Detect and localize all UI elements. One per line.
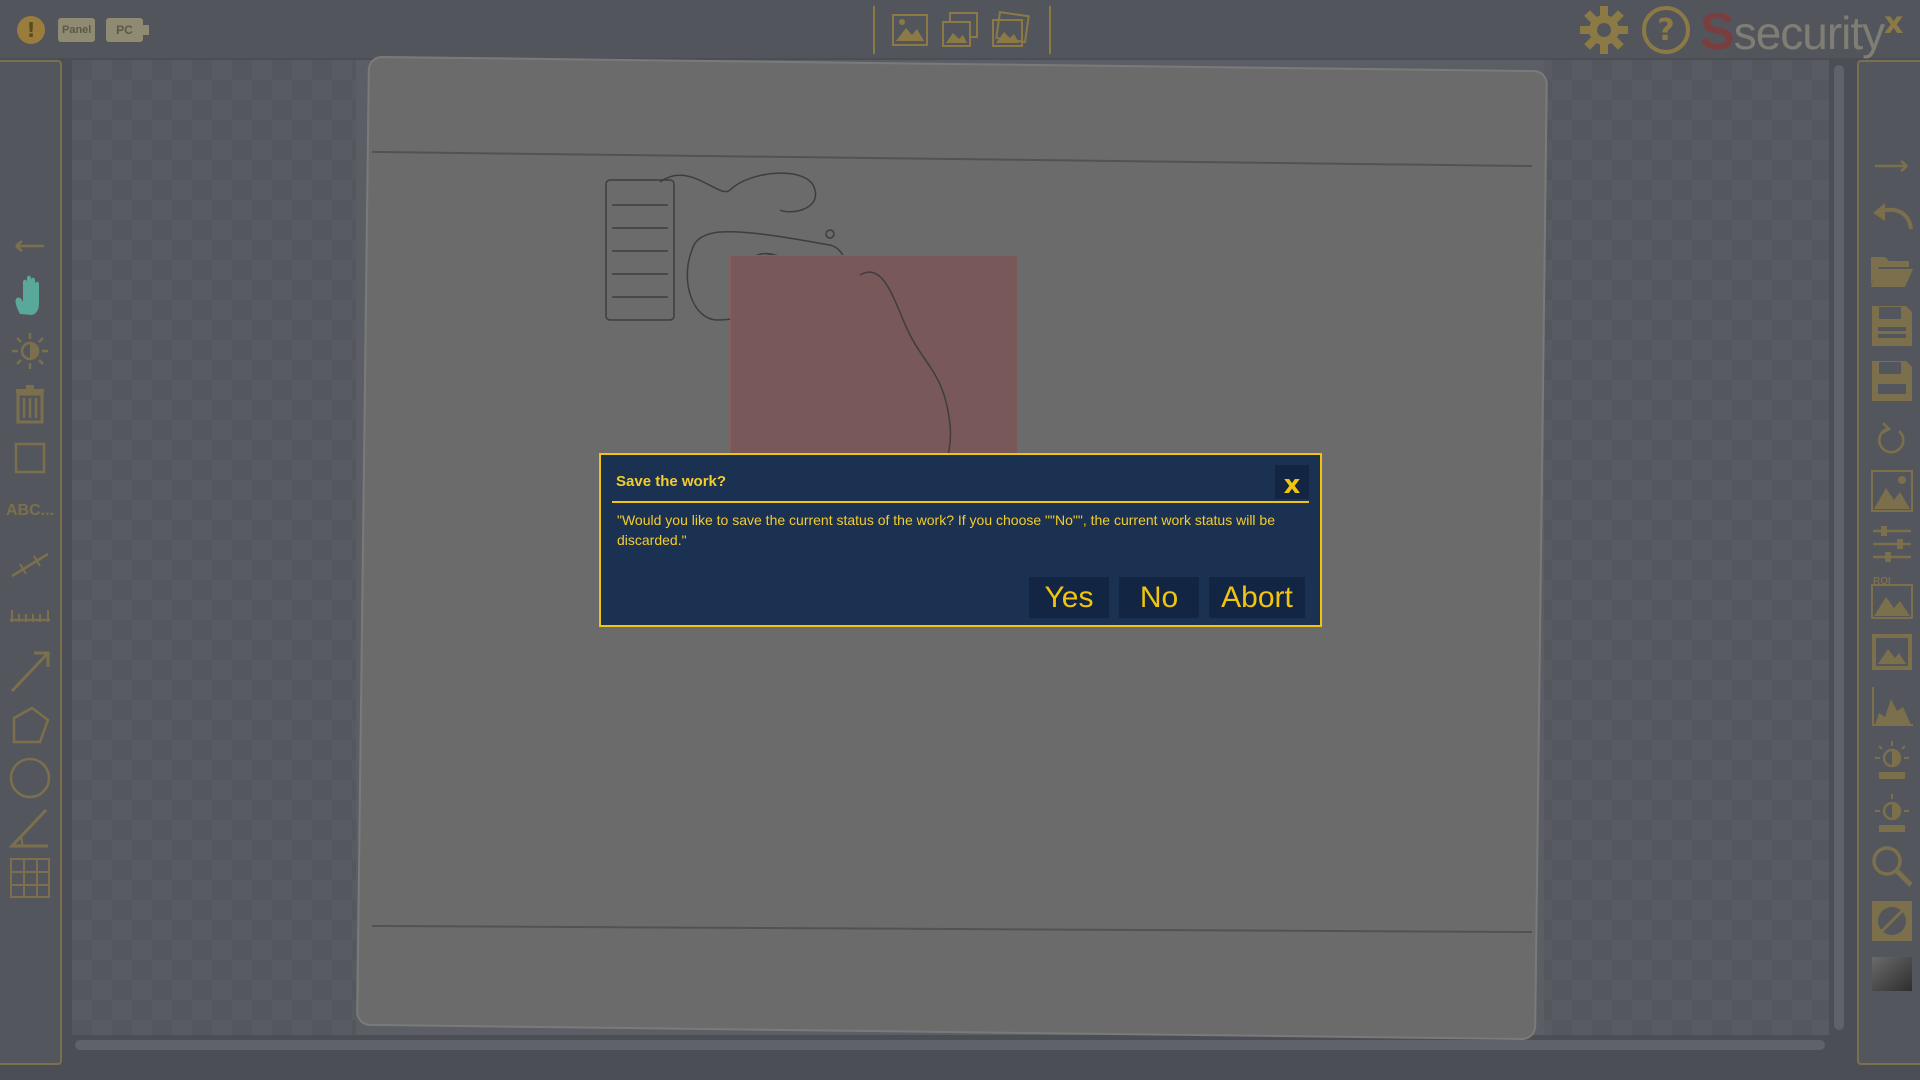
yes-button[interactable]: Yes	[1029, 577, 1109, 618]
vertical-scrollbar[interactable]	[1834, 65, 1844, 1030]
brand-logo: Ssecurity	[1700, 3, 1885, 61]
angle-tool-icon[interactable]	[6, 804, 54, 852]
image-frame-icon[interactable]	[1867, 628, 1917, 676]
zoom-icon[interactable]	[1867, 842, 1917, 890]
dialog-message: "Would you like to save the current stat…	[617, 512, 1276, 548]
circle-tool-icon[interactable]	[6, 754, 54, 802]
dialog-close-button[interactable]: x	[1275, 465, 1309, 500]
warning-icon[interactable]: !	[17, 16, 45, 44]
settings-gear-icon[interactable]	[1578, 4, 1630, 56]
forward-arrow-icon[interactable]	[1867, 142, 1917, 190]
rotate-icon[interactable]	[1867, 416, 1917, 464]
gradient-icon[interactable]	[1867, 950, 1917, 998]
toolbar-divider	[1049, 6, 1051, 54]
cable-sketch	[859, 271, 952, 465]
panel-connection-icon[interactable]: Panel	[58, 18, 95, 42]
no-button[interactable]: No	[1119, 577, 1199, 618]
preset-brightness-icon[interactable]	[1867, 790, 1917, 838]
dialog-title: Save the work?	[616, 473, 727, 490]
image-adjust-icon[interactable]	[1867, 467, 1917, 515]
open-folder-icon[interactable]	[1867, 246, 1917, 294]
image-view-icon[interactable]	[890, 10, 930, 50]
pc-connection-icon[interactable]: PC	[106, 18, 149, 42]
dialog-divider	[612, 501, 1309, 503]
right-toolbar: ROI	[1857, 60, 1920, 1065]
ruler-icon[interactable]	[6, 590, 54, 638]
pan-hand-icon[interactable]	[6, 272, 54, 320]
text-tool-icon[interactable]: ABC...	[6, 487, 54, 535]
horizontal-scrollbar[interactable]	[75, 1040, 1825, 1050]
overlay-view-icon[interactable]	[990, 10, 1030, 50]
line-measure-icon[interactable]	[6, 540, 54, 588]
back-arrow-icon[interactable]	[6, 222, 54, 270]
roi-icon[interactable]: ROI	[1867, 574, 1917, 622]
arrow-tool-icon[interactable]	[6, 647, 54, 695]
polygon-tool-icon[interactable]	[6, 702, 54, 750]
sliders-icon[interactable]	[1867, 520, 1917, 568]
trash-icon[interactable]	[6, 380, 54, 428]
grid-tool-icon[interactable]	[6, 854, 54, 902]
toolbar-divider	[873, 6, 875, 54]
window-close-button[interactable]: x	[1884, 6, 1903, 41]
svg-text:?: ?	[1657, 13, 1674, 48]
compare-view-icon[interactable]	[940, 10, 980, 50]
auto-brightness-icon[interactable]	[1867, 737, 1917, 785]
help-icon[interactable]: ?	[1640, 4, 1692, 56]
save-dialog: Save the work? x "Would you like to save…	[599, 453, 1322, 627]
top-bar: ! Panel PC ? Ssecurity x	[0, 0, 1920, 61]
save-as-icon[interactable]	[1867, 357, 1917, 405]
abort-button[interactable]: Abort	[1209, 577, 1305, 618]
save-icon[interactable]	[1867, 302, 1917, 350]
svg-text:ROI: ROI	[1873, 576, 1891, 587]
undo-icon[interactable]	[1867, 192, 1917, 240]
brightness-icon[interactable]	[6, 327, 54, 375]
rectangle-tool-icon[interactable]	[6, 434, 54, 482]
histogram-icon[interactable]	[1867, 682, 1917, 730]
left-toolbar: ABC...	[0, 60, 62, 1065]
invert-icon[interactable]	[1867, 897, 1917, 945]
